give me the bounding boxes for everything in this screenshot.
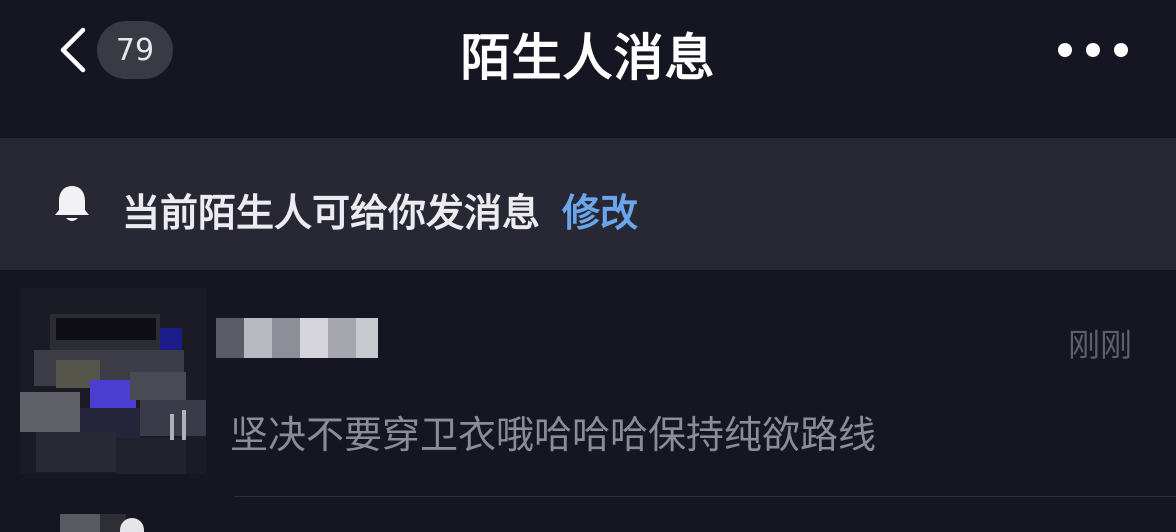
more-dots-icon bbox=[1114, 43, 1128, 57]
avatar[interactable] bbox=[20, 288, 206, 474]
message-list-item-next[interactable] bbox=[0, 497, 1176, 532]
privacy-notice-bar: 当前陌生人可给你发消息 修改 bbox=[0, 138, 1176, 270]
nav-header: 79 陌生人消息 bbox=[0, 0, 1176, 138]
modify-link[interactable]: 修改 bbox=[562, 182, 638, 237]
message-time: 刚刚 bbox=[1068, 326, 1133, 364]
notice-text: 当前陌生人可给你发消息 bbox=[122, 191, 541, 235]
avatar[interactable] bbox=[60, 514, 150, 532]
more-dots-icon bbox=[1058, 43, 1072, 57]
stranger-messages-screen: 79 陌生人消息 当前陌生人可给你发消息 修改 刚刚 坚决不要穿卫衣哦哈哈哈保持… bbox=[0, 0, 1176, 532]
more-dots-icon bbox=[1086, 43, 1100, 57]
more-button[interactable] bbox=[1058, 36, 1128, 64]
page-title: 陌生人消息 bbox=[460, 29, 716, 87]
message-preview: 坚决不要穿卫衣哦哈哈哈保持纯欲路线 bbox=[230, 413, 877, 457]
message-list-item[interactable]: 刚刚 坚决不要穿卫衣哦哈哈哈保持纯欲路线 bbox=[0, 270, 1176, 497]
bell-icon bbox=[55, 186, 89, 221]
sender-name bbox=[216, 310, 386, 366]
